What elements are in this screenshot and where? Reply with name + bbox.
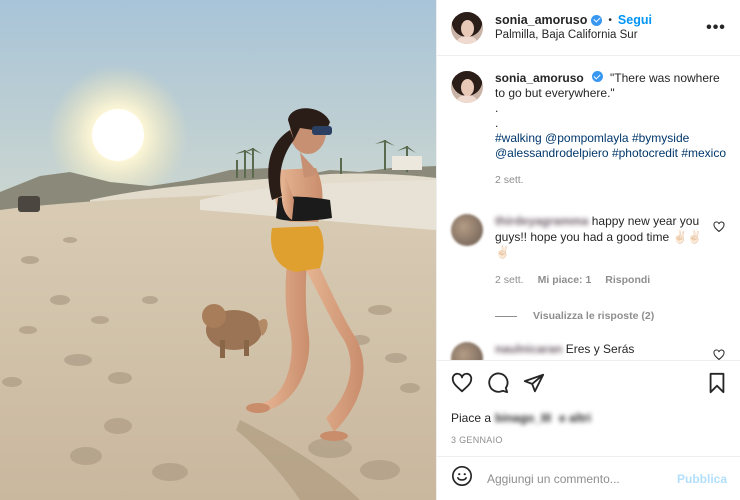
caption-dot: .: [495, 116, 499, 130]
view-replies-label[interactable]: Visualizza le risposte (2): [533, 310, 654, 322]
post-actions: Piace a binago_III e altri 3 GENNAIO: [437, 360, 740, 456]
follow-button[interactable]: Segui: [618, 13, 652, 28]
comment-item: naulnicaran Eres y Serás: [451, 342, 727, 360]
caption-time[interactable]: 2 sett.: [495, 173, 727, 188]
comment-time[interactable]: 2 sett.: [495, 273, 524, 289]
post-sidebar: sonia_amoruso • Segui Palmilla, Baja Cal…: [436, 0, 740, 500]
publish-button[interactable]: Pubblica: [677, 472, 727, 486]
beach-photo: [0, 0, 436, 500]
mention-link[interactable]: @alessandrodelpiero: [495, 146, 609, 160]
post-photo[interactable]: [0, 0, 436, 500]
post-date[interactable]: 3 GENNAIO: [451, 435, 727, 445]
comment-text: Eres y Serás: [565, 342, 635, 356]
commenter-avatar[interactable]: [451, 342, 483, 360]
caption-dot: .: [495, 101, 499, 115]
commenter-username[interactable]: naulnicaran: [495, 342, 562, 356]
comment-item: thirdeyagramma happy new year you guys!!…: [451, 214, 727, 288]
post-header: sonia_amoruso • Segui Palmilla, Baja Cal…: [437, 0, 740, 56]
likes-prefix: Piace a: [451, 411, 492, 425]
smiley-icon[interactable]: [451, 465, 473, 492]
hashtag-link[interactable]: #bymyside: [632, 131, 689, 145]
comment-icon[interactable]: [487, 372, 509, 399]
instagram-post: sonia_amoruso • Segui Palmilla, Baja Cal…: [0, 0, 740, 500]
more-options-icon[interactable]: •••: [704, 19, 728, 37]
caption-hashtags: #walking @pompomlayla #bymyside @alessan…: [495, 131, 727, 161]
likes-user[interactable]: binago_III: [495, 411, 551, 425]
commenter-avatar[interactable]: [451, 214, 483, 246]
likes-summary[interactable]: Piace a binago_III e altri: [451, 411, 727, 425]
caption-author-avatar[interactable]: [451, 71, 483, 103]
post-location[interactable]: Palmilla, Baja California Sur: [495, 28, 704, 43]
verified-badge-icon: [591, 71, 603, 82]
send-icon[interactable]: [523, 372, 545, 399]
comment-like-heart-icon[interactable]: [713, 342, 727, 360]
reply-button[interactable]: Rispondi: [605, 273, 650, 289]
comment-likes[interactable]: Mi piace: 1: [538, 273, 592, 289]
likes-suffix[interactable]: e altri: [559, 411, 591, 425]
caption-username[interactable]: sonia_amoruso: [495, 71, 584, 85]
hashtag-link[interactable]: #photocredit: [612, 146, 678, 160]
author-username[interactable]: sonia_amoruso: [495, 13, 587, 28]
bookmark-icon[interactable]: [707, 372, 727, 399]
mention-link[interactable]: @pompomlayla: [545, 131, 629, 145]
heart-icon[interactable]: [451, 372, 473, 399]
comment-input[interactable]: [487, 471, 677, 486]
hashtag-link[interactable]: #walking: [495, 131, 542, 145]
verified-badge-icon: [591, 14, 603, 26]
comment-composer: Pubblica: [437, 456, 740, 500]
hashtag-link[interactable]: #mexico: [681, 146, 726, 160]
author-avatar[interactable]: [451, 11, 483, 44]
comment-like-heart-icon[interactable]: [713, 214, 727, 288]
comments-section[interactable]: sonia_amoruso "There was nowhere to go b…: [437, 57, 740, 360]
replies-divider: [495, 315, 517, 317]
view-replies-button[interactable]: Visualizza le risposte (2): [495, 310, 727, 322]
separator-dot: •: [608, 14, 612, 26]
post-caption: sonia_amoruso "There was nowhere to go b…: [451, 71, 727, 188]
commenter-username[interactable]: thirdeyagramma: [495, 214, 588, 228]
